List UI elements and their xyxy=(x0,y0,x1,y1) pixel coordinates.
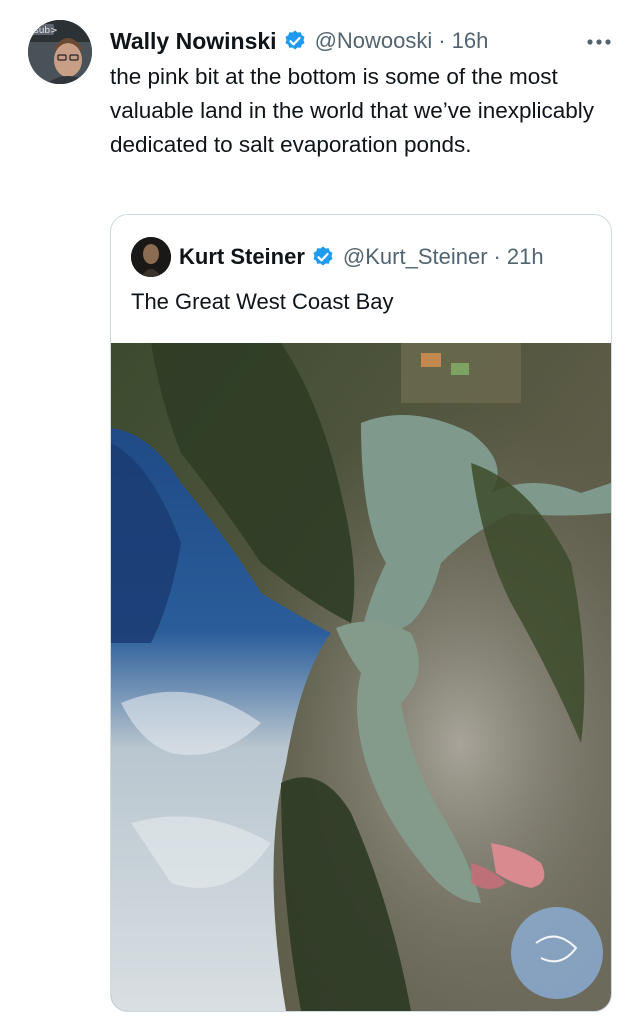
quoted-author-name[interactable]: Kurt Steiner xyxy=(179,244,305,270)
more-options-icon[interactable] xyxy=(586,26,612,52)
quoted-author-avatar[interactable] xyxy=(131,237,171,277)
time-separator: · xyxy=(438,28,446,53)
quoted-tweet-text: The Great West Coast Bay xyxy=(131,289,394,314)
author-name[interactable]: Wally Nowinski xyxy=(110,28,277,55)
author-handle[interactable]: @Nowooski xyxy=(315,28,433,54)
verified-badge-icon xyxy=(285,30,305,50)
verified-badge-icon xyxy=(313,246,333,266)
satellite-bay-image[interactable] xyxy=(111,343,611,1011)
quoted-tweet-card[interactable]: Kurt Steiner @Kurt_Steiner · 21h The Gre… xyxy=(110,214,612,1012)
author-avatar[interactable]: sub> xyxy=(28,20,92,84)
quoted-author-handle[interactable]: @Kurt_Steiner xyxy=(343,244,488,270)
tweet-text: the pink bit at the bottom is some of th… xyxy=(110,64,595,157)
quoted-tweet-time[interactable]: 21h xyxy=(507,244,544,270)
tweet-time[interactable]: 16h xyxy=(452,28,489,54)
tweet-header: Wally Nowinski @Nowooski · 16h xyxy=(110,24,622,58)
quoted-time-separator: · xyxy=(493,244,501,269)
avatar-badge-text: sub> xyxy=(34,26,58,36)
quoted-tweet-header: Kurt Steiner @Kurt_Steiner · 21h xyxy=(179,239,544,275)
